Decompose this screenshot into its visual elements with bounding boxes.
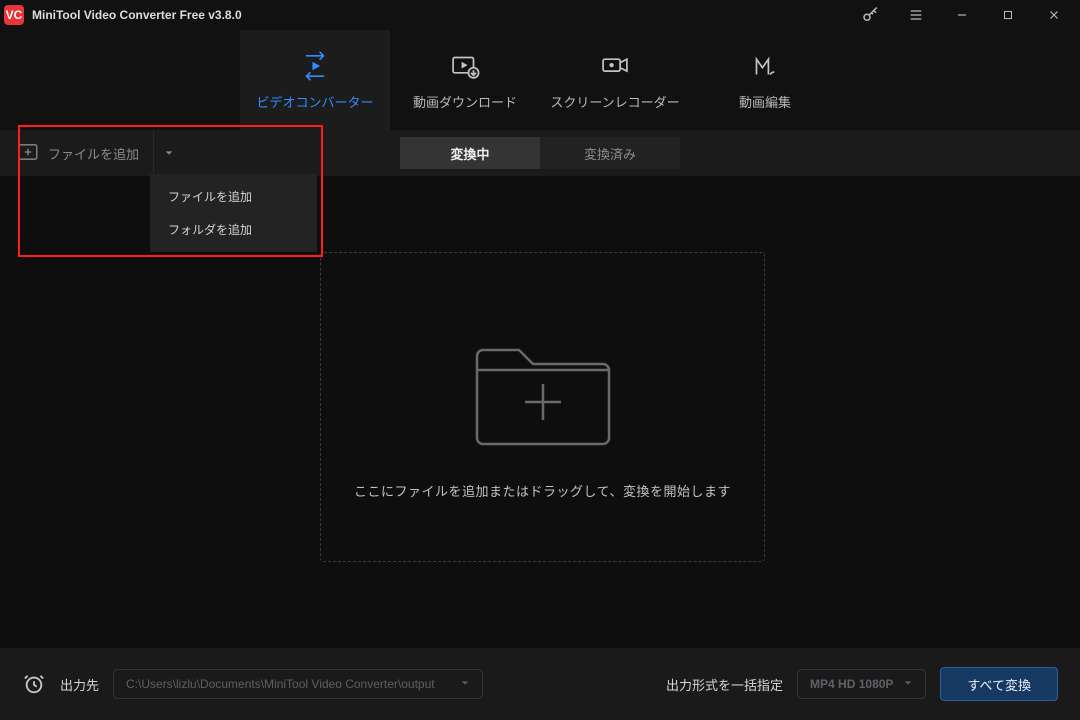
tab-label: ビデオコンバーター xyxy=(256,92,373,111)
minimize-button[interactable] xyxy=(940,0,984,30)
tab-screen-recorder[interactable]: スクリーンレコーダー xyxy=(540,30,690,130)
close-button[interactable] xyxy=(1032,0,1076,30)
download-icon xyxy=(448,50,482,82)
tab-label: スクリーンレコーダー xyxy=(550,92,679,111)
chevron-down-icon xyxy=(460,677,470,691)
maximize-button[interactable] xyxy=(986,0,1030,30)
dropdown-add-folder[interactable]: フォルダを追加 xyxy=(150,213,317,246)
app-logo: VC xyxy=(4,5,24,25)
status-tab-converted[interactable]: 変換済み xyxy=(540,137,680,169)
titlebar: VC MiniTool Video Converter Free v3.8.0 xyxy=(0,0,1080,30)
add-file-dropdown-toggle[interactable] xyxy=(153,130,183,176)
recorder-icon xyxy=(598,50,632,82)
convert-icon xyxy=(298,50,332,82)
status-tabs: 変換中 変換済み xyxy=(400,137,680,169)
bottombar: 出力先 C:\Users\lizlu\Documents\MiniTool Vi… xyxy=(0,648,1080,720)
output-format-value: MP4 HD 1080P xyxy=(810,677,893,691)
chevron-down-icon xyxy=(903,677,913,691)
output-format-select[interactable]: MP4 HD 1080P xyxy=(797,669,926,699)
dropzone-hint: ここにファイルを追加またはドラッグして、変換を開始します xyxy=(354,481,731,500)
status-tab-converting[interactable]: 変換中 xyxy=(400,137,540,169)
tab-video-edit[interactable]: 動画編集 xyxy=(690,30,840,130)
clock-icon[interactable] xyxy=(22,672,46,696)
tab-video-download[interactable]: 動画ダウンロード xyxy=(390,30,540,130)
tab-video-converter[interactable]: ビデオコンバーター xyxy=(240,30,390,130)
add-file-icon xyxy=(18,144,38,163)
output-path-select[interactable]: C:\Users\lizlu\Documents\MiniTool Video … xyxy=(113,669,483,699)
dropdown-add-file[interactable]: ファイルを追加 xyxy=(150,180,317,213)
output-path-text: C:\Users\lizlu\Documents\MiniTool Video … xyxy=(126,677,435,691)
app-title: MiniTool Video Converter Free v3.8.0 xyxy=(32,8,242,22)
tool-row: ファイルを追加 変換中 変換済み xyxy=(0,130,1080,176)
tab-label: 動画ダウンロード xyxy=(413,92,517,111)
output-format-label: 出力形式を一括指定 xyxy=(666,675,783,694)
edit-icon xyxy=(748,50,782,82)
tab-label: 動画編集 xyxy=(739,92,791,111)
folder-plus-icon xyxy=(463,314,623,459)
add-file-button[interactable]: ファイルを追加 xyxy=(0,130,153,176)
dropzone[interactable]: ここにファイルを追加またはドラッグして、変換を開始します xyxy=(320,252,765,562)
add-file-label: ファイルを追加 xyxy=(48,144,139,163)
hamburger-icon[interactable] xyxy=(894,0,938,30)
main-tabs: ビデオコンバーター 動画ダウンロード スクリーンレコーダー xyxy=(0,30,1080,130)
add-file-dropdown: ファイルを追加 フォルダを追加 xyxy=(150,174,317,252)
convert-all-button[interactable]: すべて変換 xyxy=(940,667,1058,701)
key-icon[interactable] xyxy=(848,0,892,30)
output-label: 出力先 xyxy=(60,675,99,694)
